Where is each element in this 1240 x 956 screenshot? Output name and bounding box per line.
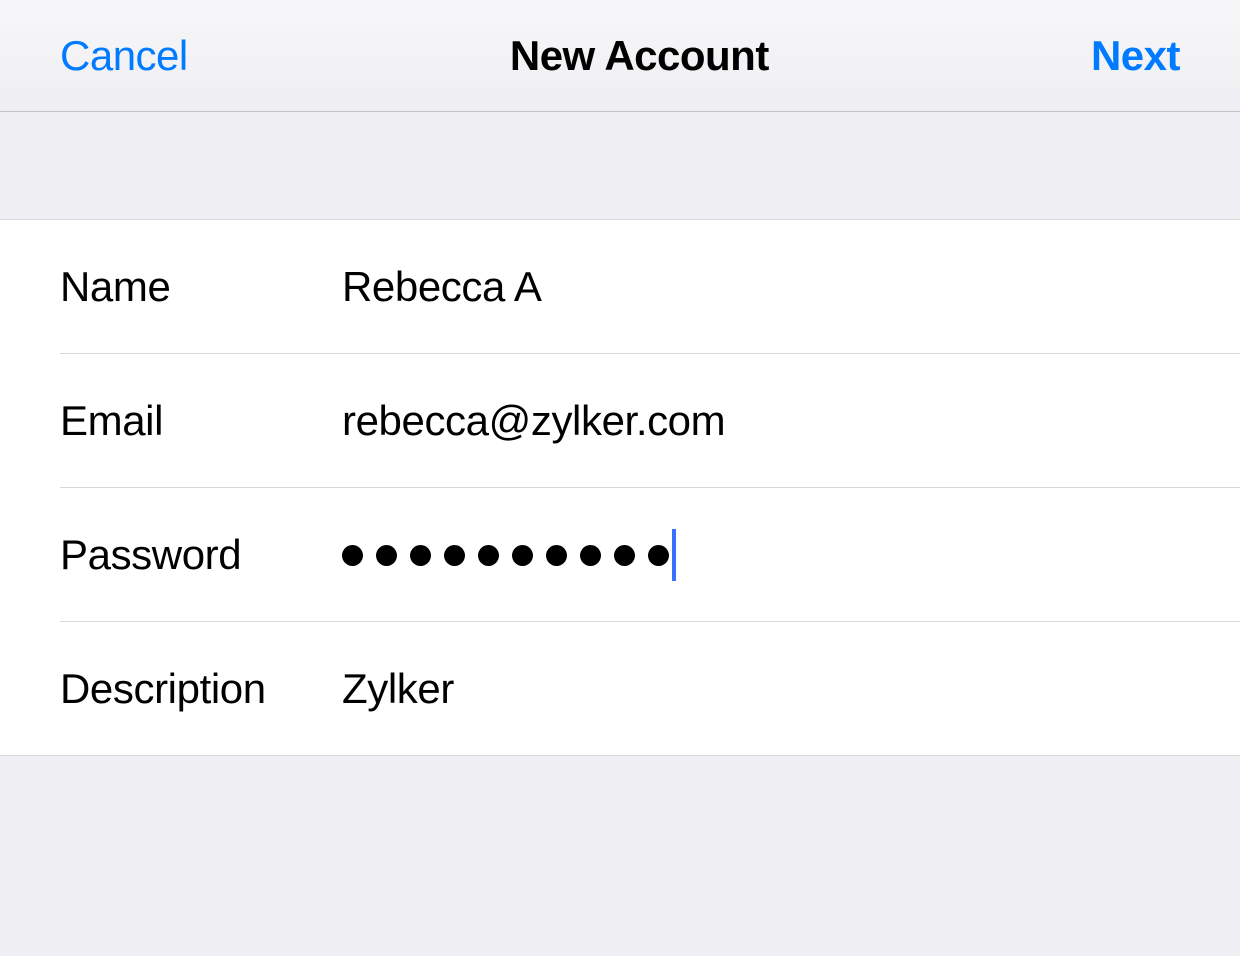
description-input[interactable] [342, 659, 1240, 719]
description-label: Description [60, 665, 342, 713]
name-input[interactable] [342, 257, 1240, 317]
password-dot [648, 545, 669, 566]
password-dot [580, 545, 601, 566]
name-row: Name [0, 220, 1240, 354]
password-dot [410, 545, 431, 566]
password-dot [376, 545, 397, 566]
page-title: New Account [510, 32, 769, 80]
password-dot [512, 545, 533, 566]
bottom-spacer [0, 756, 1240, 956]
password-dot [478, 545, 499, 566]
email-row: Email [0, 354, 1240, 488]
password-dots [342, 545, 669, 566]
password-dot [342, 545, 363, 566]
description-row: Description [0, 622, 1240, 756]
account-form: Name Email Password Description [0, 220, 1240, 756]
email-label: Email [60, 397, 342, 445]
next-button[interactable]: Next [1091, 32, 1180, 80]
section-spacer [0, 112, 1240, 220]
password-dot [614, 545, 635, 566]
navigation-bar: Cancel New Account Next [0, 0, 1240, 112]
password-input[interactable] [342, 529, 1240, 581]
password-label: Password [60, 531, 342, 579]
password-dot [546, 545, 567, 566]
text-cursor [672, 529, 676, 581]
password-dot [444, 545, 465, 566]
email-input[interactable] [342, 391, 1240, 451]
name-label: Name [60, 263, 342, 311]
password-row: Password [0, 488, 1240, 622]
cancel-button[interactable]: Cancel [60, 32, 188, 80]
